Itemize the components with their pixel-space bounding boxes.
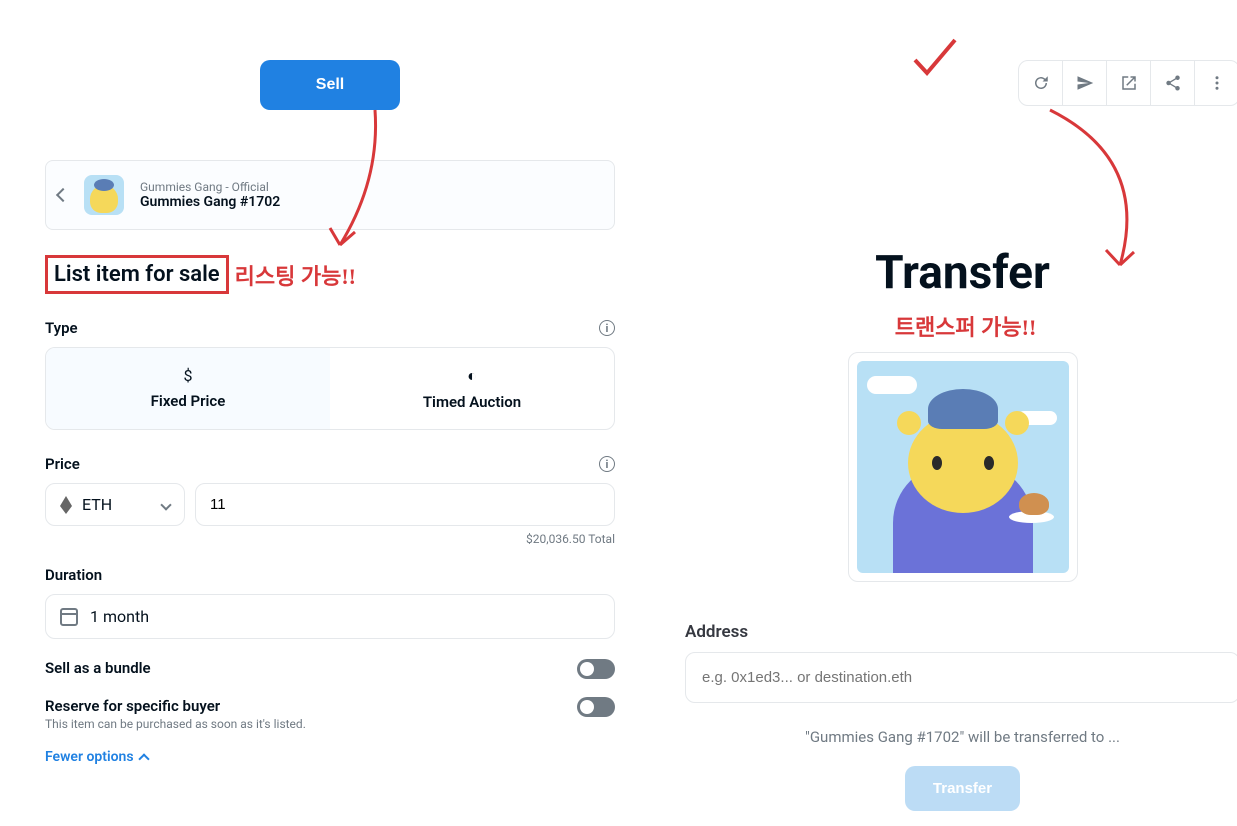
type-label: Type i <box>45 319 615 337</box>
transfer-button[interactable]: Transfer <box>905 766 1020 811</box>
address-input[interactable] <box>685 652 1237 703</box>
external-link-button[interactable] <box>1107 61 1151 105</box>
nft-thumbnail <box>84 175 124 215</box>
bundle-label: Sell as a bundle <box>45 659 151 677</box>
refresh-button[interactable] <box>1019 61 1063 105</box>
more-button[interactable] <box>1195 61 1237 105</box>
external-link-icon <box>1120 74 1138 92</box>
reserve-label: Reserve for specific buyer <box>45 697 306 715</box>
price-label: Price i <box>45 455 615 473</box>
transfer-annotation: 트랜스퍼 가능!! <box>691 310 1237 342</box>
dollar-icon: $ <box>46 366 330 385</box>
sell-row: Sell <box>45 60 615 110</box>
price-input[interactable] <box>195 483 615 526</box>
sell-button[interactable]: Sell <box>260 60 400 110</box>
share-icon <box>1164 74 1182 92</box>
breadcrumb-text: Gummies Gang - Official Gummies Gang #17… <box>140 180 280 210</box>
calendar-icon <box>60 608 78 626</box>
clock-icon: ◐ <box>330 366 614 386</box>
collection-name: Gummies Gang - Official <box>140 180 280 194</box>
price-total: $20,036.50 Total <box>45 532 615 546</box>
type-toggle: $ Fixed Price ◐ Timed Auction <box>45 347 615 430</box>
listing-title-highlight: List item for sale <box>45 255 229 294</box>
listing-panel: Sell Gummies Gang - Official Gummies Gan… <box>45 60 615 765</box>
breadcrumb: Gummies Gang - Official Gummies Gang #17… <box>45 160 615 230</box>
send-button[interactable] <box>1063 61 1107 105</box>
page-title: List item for sale <box>54 262 220 287</box>
address-label: Address <box>685 622 1237 642</box>
share-button[interactable] <box>1151 61 1195 105</box>
currency-label: ETH <box>82 495 112 514</box>
duration-field[interactable]: 1 month <box>45 594 615 639</box>
nft-image <box>857 361 1069 573</box>
action-bar <box>685 60 1237 106</box>
type-fixed-price[interactable]: $ Fixed Price <box>46 348 330 429</box>
listing-annotation: 리스팅 가능!! <box>235 259 356 291</box>
info-icon[interactable]: i <box>599 456 615 472</box>
reserve-toggle[interactable] <box>577 697 615 717</box>
info-icon[interactable]: i <box>599 320 615 336</box>
transfer-title: Transfer <box>685 246 1237 300</box>
back-chevron-icon[interactable] <box>56 188 70 202</box>
chevron-up-icon <box>138 753 149 764</box>
bundle-toggle[interactable] <box>577 659 615 679</box>
send-icon <box>1076 74 1094 92</box>
transfer-panel: Transfer 트랜스퍼 가능!! Address "Gummies Gang… <box>685 60 1237 811</box>
more-icon <box>1208 74 1226 92</box>
eth-icon <box>60 496 72 514</box>
listing-title-row: List item for sale 리스팅 가능!! <box>45 255 615 294</box>
nft-name: Gummies Gang #1702 <box>140 194 280 210</box>
duration-label: Duration <box>45 566 615 584</box>
currency-select[interactable]: ETH <box>45 483 185 526</box>
bundle-row: Sell as a bundle <box>45 659 615 679</box>
price-row: ETH <box>45 483 615 526</box>
refresh-icon <box>1032 74 1050 92</box>
transfer-note: "Gummies Gang #1702" will be transferred… <box>685 728 1237 746</box>
duration-value: 1 month <box>90 607 149 626</box>
action-group <box>1018 60 1237 106</box>
chevron-down-icon <box>160 499 171 510</box>
fewer-options-link[interactable]: Fewer options <box>45 749 615 765</box>
nft-card <box>848 352 1078 582</box>
reserve-row: Reserve for specific buyer This item can… <box>45 697 615 731</box>
reserve-help: This item can be purchased as soon as it… <box>45 717 306 731</box>
type-timed-auction[interactable]: ◐ Timed Auction <box>330 348 614 429</box>
